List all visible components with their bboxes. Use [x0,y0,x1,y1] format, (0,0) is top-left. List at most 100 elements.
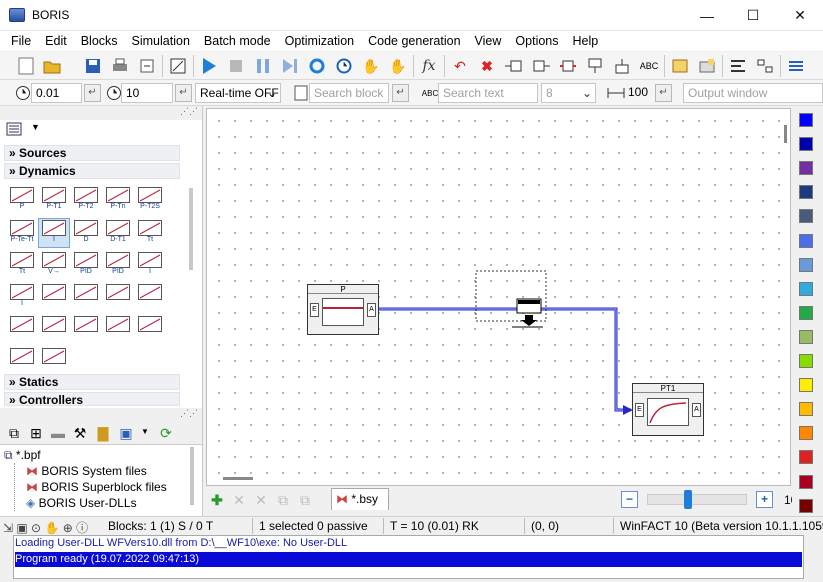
width-input[interactable]: 100 [624,83,653,103]
library-block[interactable]: P [7,186,37,214]
color-swatch[interactable] [799,474,813,489]
font-size-select[interactable]: 8 ⌄ [541,83,596,103]
category-sources[interactable]: » Sources [4,145,180,161]
library-block[interactable] [135,283,165,311]
pause-icon[interactable] [252,55,274,77]
folder-icon[interactable]: ▇ [92,422,114,444]
log-line-selected[interactable]: Program ready (19.07.2022 09:47:13) [15,552,802,567]
color-swatch[interactable] [799,402,813,417]
diagram-canvas[interactable]: P E A PT1 E A [206,108,791,486]
library-block[interactable] [71,283,101,311]
color-swatch[interactable] [799,185,813,200]
category-statics[interactable]: » Statics [4,374,180,390]
chart-view-icon[interactable] [167,55,189,77]
undo-icon[interactable]: ↶ [449,55,471,77]
library-block[interactable]: D-T1 [103,219,133,247]
sync-icon[interactable]: ⟳ [155,422,177,444]
refresh-icon[interactable] [306,55,328,77]
library-block[interactable]: P-Te-Tt [7,219,37,247]
color-swatch[interactable] [799,378,813,393]
play-icon[interactable] [198,55,220,77]
library-block[interactable]: Tt [135,219,165,247]
menu-optimization[interactable]: Optimization [278,34,361,48]
connect-icon[interactable] [503,55,525,77]
save-file-icon[interactable]: ▣ [115,422,137,444]
close-button[interactable]: ✕ [777,0,823,31]
hand-stop-icon[interactable]: ✋ [387,55,409,77]
disconnect-icon[interactable] [530,55,552,77]
output-log[interactable]: Loading User-DLL WFVers10.dll from D:\__… [13,535,804,579]
open-folder-icon[interactable] [41,55,63,77]
color-swatch[interactable] [799,426,813,441]
color-swatch[interactable] [799,161,813,176]
stop-icon[interactable] [225,55,247,77]
maximize-button[interactable]: ☐ [730,0,776,31]
options-icon[interactable] [785,55,807,77]
width-enter-button[interactable]: ↵ [655,84,672,102]
clock-icon[interactable] [333,55,355,77]
output-window-input[interactable]: Output window [683,83,823,103]
zoom-in-button[interactable]: + [756,491,773,508]
library-block[interactable]: I [135,251,165,279]
menu-batch-mode[interactable]: Batch mode [197,34,278,48]
tree-item-dlls[interactable]: ◈ BORIS User-DLLs [26,496,137,510]
delete-icon[interactable]: ✖ [476,55,498,77]
search-block-enter-button[interactable]: ↵ [392,84,409,102]
menu-blocks[interactable]: Blocks [74,34,125,48]
library-block[interactable]: PID [71,251,101,279]
library-block[interactable] [103,315,133,343]
menu-code-generation[interactable]: Code generation [361,34,467,48]
library-block[interactable]: V→ [39,251,69,279]
library-block[interactable]: D [71,219,101,247]
library-block[interactable]: P-T2 [71,186,101,214]
delete-file-icon[interactable]: ▬ [47,422,69,444]
menu-help[interactable]: Help [566,34,606,48]
minimize-button[interactable]: — [684,0,730,31]
library-view-dropdown[interactable]: ▼ [6,122,40,140]
tree-root[interactable]: ⧉ *.bpf [4,448,41,463]
color-swatch[interactable] [799,450,813,465]
arrange-icon[interactable] [754,55,776,77]
text-abc-icon[interactable]: ABC [638,55,660,77]
library-block[interactable]: Tt [7,251,37,279]
category-dynamics[interactable]: » Dynamics [4,163,180,179]
sim-time-input[interactable]: 10 [121,83,173,103]
color-swatch[interactable] [799,498,813,513]
menu-file[interactable]: File [4,34,38,48]
time-enter-button[interactable]: ↵ [175,84,192,102]
new-file-icon[interactable] [15,55,37,77]
zoom-slider[interactable] [647,490,747,509]
menu-view[interactable]: View [468,34,509,48]
add-sheet-icon[interactable]: ✚ [206,489,228,511]
color-swatch[interactable] [799,113,813,127]
color-swatch[interactable] [799,257,813,272]
wand-icon[interactable]: ⚒ [69,422,91,444]
zoom-out-button[interactable]: − [621,491,638,508]
library-block[interactable]: P-T1 [39,186,69,214]
tree-item-system[interactable]: ⧓ BORIS System files [26,464,147,478]
search-block-input[interactable]: Search block [309,83,389,103]
hand-icon[interactable]: ✋ [360,55,382,77]
superblock-icon[interactable] [669,55,691,77]
block-up-icon[interactable] [611,55,633,77]
block-down-icon[interactable] [584,55,606,77]
color-swatch[interactable] [799,281,813,296]
zoom-slider-thumb[interactable] [684,490,692,509]
tab-sheet[interactable]: ⧓ *.bsy [331,488,389,510]
library-block[interactable] [39,315,69,343]
block-p[interactable]: P E A [307,284,379,335]
add-file-icon[interactable]: ⊞ [25,422,47,444]
copy-icon[interactable]: ⧉ [3,422,25,444]
dropdown-arrow-icon[interactable]: ▼ [141,427,149,436]
library-block[interactable]: I [7,283,37,311]
block-pt1[interactable]: PT1 E A [632,383,704,436]
library-block[interactable]: I [38,218,70,248]
step-size-input[interactable]: 0.01 [31,83,82,103]
color-swatch[interactable] [799,209,813,224]
tree-scrollbar[interactable] [190,447,194,505]
print-icon[interactable] [109,55,131,77]
library-scrollbar[interactable] [189,188,193,270]
library-block[interactable] [39,347,69,375]
library-block[interactable] [135,315,165,343]
color-swatch[interactable] [799,137,813,152]
